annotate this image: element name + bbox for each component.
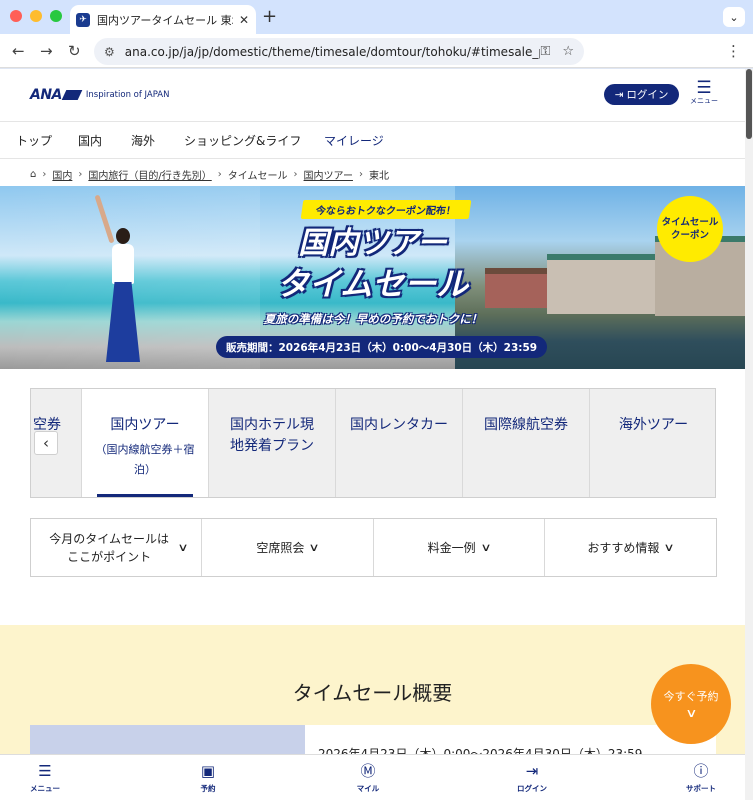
banner-subtitle: 夏旅の準備は今！早めの予約でおトクに！: [263, 312, 483, 326]
browser-tab-strip: ✈ 国内ツアータイムセール 東北|ANA ✕ + ⌄: [0, 0, 753, 34]
tab-close-icon[interactable]: ✕: [239, 13, 249, 27]
mile-icon: Ⓜ: [360, 762, 376, 780]
breadcrumb-current: 東北: [368, 171, 389, 182]
overview-title: タイムセール概要: [292, 681, 453, 705]
login-label: ログイン: [626, 89, 669, 101]
gnav-item-shopping[interactable]: ショッピング&ライフ: [184, 132, 301, 149]
hamburger-icon: ☰: [38, 762, 52, 780]
woman-figure: [94, 194, 146, 366]
tab-intl-air-ticket[interactable]: 国際線航空券: [463, 389, 590, 497]
chevron-down-icon: ∨: [177, 540, 189, 554]
tab-search-button[interactable]: ⌄: [723, 7, 745, 27]
anchor-recommend[interactable]: おすすめ情報 ∨: [545, 519, 716, 576]
logo-text: ANA: [30, 87, 62, 103]
bottom-nav-login[interactable]: ⇥ ログイン: [502, 761, 562, 794]
bottom-nav-mile[interactable]: Ⓜ マイル: [338, 761, 398, 794]
hamburger-icon: ☰: [696, 78, 712, 98]
gnav-item-domestic[interactable]: 国内: [78, 132, 102, 149]
login-icon: ⇥: [525, 762, 539, 780]
bottom-nav: ☰ メニュー ▣ 予約 Ⓜ マイル ⇥ ログイン ⓘ サポート: [0, 754, 745, 800]
breadcrumb-item: タイムセール: [227, 171, 288, 182]
close-window-button[interactable]: [10, 10, 22, 22]
bottom-nav-reserve[interactable]: ▣ 予約: [178, 761, 238, 794]
banner-title: 国内ツアー タイムセール: [276, 226, 469, 303]
chevron-left-icon[interactable]: ‹: [34, 431, 58, 455]
star-icon[interactable]: ☆: [562, 44, 574, 59]
forward-arrow-icon[interactable]: →: [40, 42, 53, 60]
gnav-item-top[interactable]: トップ: [16, 132, 52, 149]
site-header: ANA Inspiration of JAPAN ⇥ ログイン ☰ メニュー: [0, 69, 745, 121]
window-controls: [10, 10, 62, 22]
url-text[interactable]: ana.co.jp/ja/jp/domestic/theme/timesale/…: [125, 45, 541, 59]
minimize-window-button[interactable]: [30, 10, 42, 22]
calendar-icon: ▣: [200, 762, 216, 780]
timesale-banner[interactable]: 今ならおトクなクーポン配布！ 国内ツアー タイムセール 夏旅の準備は今！早めの予…: [0, 186, 745, 369]
tab-domestic-hotel[interactable]: 国内ホテル現地発着プラン: [209, 389, 336, 497]
anchor-menu: 今月のタイムセールはここがポイント ∨ 空席照会 ∨ 料金一例 ∨ おすすめ情報…: [30, 518, 717, 577]
login-button[interactable]: ⇥ ログイン: [604, 84, 679, 105]
ana-favicon-icon: ✈: [76, 12, 90, 27]
tab-title: 国内ツアータイムセール 東北|ANA: [97, 13, 233, 27]
anchor-seat-inquiry[interactable]: 空席照会 ∨: [202, 519, 374, 576]
anchor-point[interactable]: 今月のタイムセールはここがポイント ∨: [31, 519, 203, 576]
ana-logo-mark-icon: [61, 90, 83, 100]
reserve-now-button[interactable]: 今すぐ予約 ∨: [651, 664, 731, 744]
ana-logo[interactable]: ANA Inspiration of JAPAN: [30, 87, 169, 103]
tab-domestic-rentacar[interactable]: 国内レンタカー: [336, 389, 463, 497]
chevron-down-icon: ∨: [684, 706, 698, 720]
scrollbar-thumb[interactable]: [746, 69, 752, 139]
chevron-down-icon: ∨: [479, 540, 492, 554]
reload-icon[interactable]: ↻: [68, 42, 81, 60]
banner-period: 販売期間：2026年4月23日（木）0:00～4月30日（木）23:59: [216, 336, 548, 358]
global-nav: トップ 国内 海外 ショッピング&ライフ マイレージ: [0, 121, 745, 159]
new-tab-button[interactable]: +: [262, 6, 277, 27]
bottom-nav-menu[interactable]: ☰ メニュー: [15, 761, 75, 794]
kebab-menu-icon[interactable]: ⋮: [726, 42, 741, 60]
breadcrumb: ⌂ › 国内 › 国内旅行（目的/行き先別） › タイムセール › 国内ツアー …: [30, 167, 389, 182]
breadcrumb-item[interactable]: 国内ツアー: [304, 167, 353, 182]
page-scrollbar[interactable]: [745, 69, 753, 800]
gnav-item-international[interactable]: 海外: [131, 132, 155, 149]
browser-tab[interactable]: ✈ 国内ツアータイムセール 東北|ANA ✕: [70, 5, 256, 34]
breadcrumb-item[interactable]: 国内旅行（目的/行き先別）: [88, 167, 211, 182]
chevron-down-icon: ∨: [663, 540, 676, 554]
logo-tagline: Inspiration of JAPAN: [85, 90, 170, 100]
login-icon: ⇥: [614, 88, 624, 101]
menu-label: メニュー: [690, 97, 718, 105]
back-arrow-icon[interactable]: ←: [12, 42, 25, 60]
breadcrumb-item[interactable]: 国内: [52, 167, 72, 182]
coupon-pill: 今ならおトクなクーポン配布！: [300, 200, 472, 219]
maximize-window-button[interactable]: [50, 10, 62, 22]
home-icon[interactable]: ⌂: [30, 169, 36, 180]
address-toolbar: ← → ↻ ⚙ ana.co.jp/ja/jp/domestic/theme/t…: [0, 34, 753, 68]
bottom-nav-support[interactable]: ⓘ サポート: [671, 761, 731, 794]
web-page: ANA Inspiration of JAPAN ⇥ ログイン ☰ メニュー ト…: [0, 69, 745, 800]
anchor-price-example[interactable]: 料金一例 ∨: [374, 519, 545, 576]
tab-domestic-tour[interactable]: 国内ツアー （国内線航空券＋宿泊）: [82, 389, 209, 497]
tab-overseas-tour[interactable]: 海外ツアー: [590, 389, 715, 497]
url-bar[interactable]: ⚙ ana.co.jp/ja/jp/domestic/theme/timesal…: [94, 38, 584, 65]
product-tabs: 空券 国内ツアー （国内線航空券＋宿泊） 国内ホテル現地発着プラン 国内レンタカ…: [30, 388, 716, 498]
help-icon: ⓘ: [693, 762, 709, 780]
menu-button[interactable]: ☰ メニュー: [690, 80, 718, 106]
chevron-down-icon: ∨: [308, 540, 321, 554]
site-settings-icon[interactable]: ⚙: [104, 45, 115, 59]
key-icon[interactable]: ⚿: [540, 44, 550, 59]
coupon-badge: タイムセール クーポン: [657, 196, 723, 262]
gnav-item-mileage[interactable]: マイレージ: [324, 132, 384, 149]
